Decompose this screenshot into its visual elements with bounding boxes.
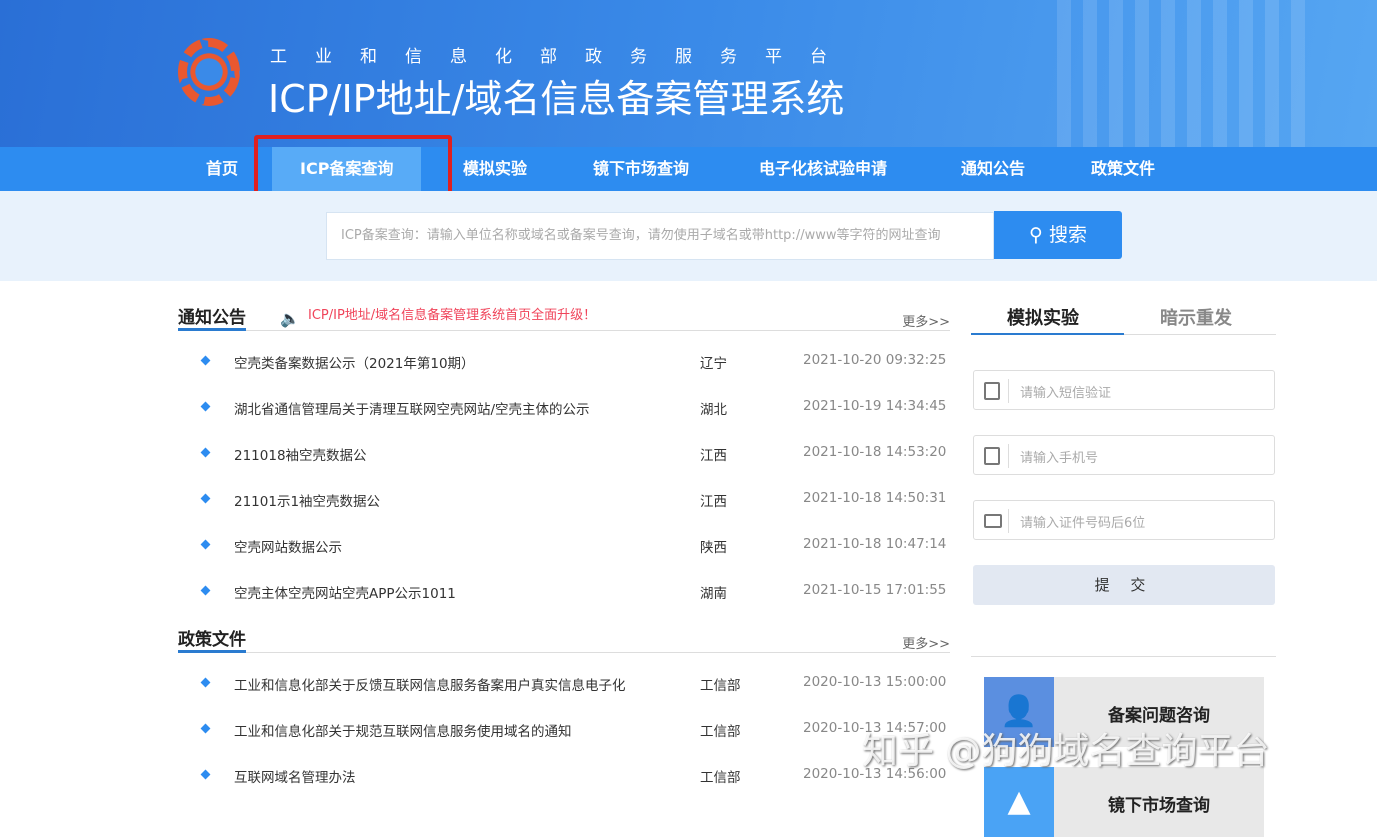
item-date: 2021-10-18 14:53:20 [803,444,946,460]
header-title: ICP/IP地址/域名信息备案管理系统 [268,68,844,123]
tab-resend[interactable]: 暗示重发 [1160,304,1232,330]
notice-banner[interactable]: ICP/IP地址/域名信息备案管理系统首页全面升级！ [308,304,596,323]
item-region: 江西 [700,490,727,510]
id-card-icon [984,514,1002,528]
item-date: 2021-10-18 10:47:14 [803,536,946,552]
item-region: 工信部 [700,766,741,786]
list-item[interactable]: 湖北省通信管理局关于清理互联网空壳网站/空壳主体的公示 湖北 2021-10-19 … [178,398,950,418]
search-input[interactable]: ICP备案查询：请输入单位名称或域名或备案号查询，请勿使用子域名或带http:/… [326,212,994,260]
item-title[interactable]: 工业和信息化部关于规范互联网信息服务使用域名的通知 [234,720,572,740]
speaker-icon: 🔈 [280,309,300,328]
item-title[interactable]: 空壳网站数据公示 [234,536,342,556]
nav-application[interactable]: 电子化核试验申请 [759,147,887,191]
sms-icon [984,382,1000,400]
list-item[interactable]: 空壳网站数据公示 陕西 2021-10-18 10:47:14 [178,536,950,556]
item-region: 陕西 [700,536,727,556]
item-date: 2020-10-13 15:00:00 [803,674,946,690]
bullet-icon [201,402,211,412]
item-title[interactable]: 211018袖空壳数据公 [234,444,367,464]
side-tabs: 模拟实验 暗示重发 [971,300,1276,335]
bullet-icon [201,494,211,504]
list-item[interactable]: 工业和信息化部关于反馈互联网信息服务备案用户真实信息电子化 工信部 2020-10-… [178,674,950,694]
market-query-card[interactable]: ▲镜下市场查询 [984,767,1264,837]
item-date: 2021-10-15 17:01:55 [803,582,946,598]
list-item[interactable]: 工业和信息化部关于规范互联网信息服务使用域名的通知工信部2020-10-13 1… [178,720,950,740]
item-title[interactable]: 空壳主体空壳网站空壳APP公示1011 [234,582,456,602]
item-region: 工信部 [700,720,741,740]
sms-code-field[interactable]: 请输入短信验证 [973,370,1275,410]
header-subtitle: 工业和信息化部政务服务平台 [270,42,855,67]
list-item[interactable]: 21101示1袖空壳数据公 江西 2021-10-18 14:50:31 [178,490,950,510]
bullet-icon [201,770,211,780]
submit-button[interactable]: 提 交 [973,565,1275,605]
item-title[interactable]: 湖北省通信管理局关于清理互联网空壳网站/空壳主体的公示 [234,398,590,418]
logo-icon [178,38,240,106]
phone-field[interactable]: 请输入手机号 [973,435,1275,475]
nav-home[interactable]: 首页 [206,147,238,191]
policies-more-link[interactable]: 更多>> [902,633,950,652]
item-region: 江西 [700,444,727,464]
notices-more-link[interactable]: 更多>> [902,311,950,330]
watermark: 知乎 @狗狗域名查询平台 [862,722,1269,774]
list-item[interactable]: 211018袖空壳数据公 江西 2021-10-18 14:53:20 [178,444,950,464]
item-date: 2021-10-19 14:34:45 [803,398,946,414]
header-banner: 工业和信息化部政务服务平台 ICP/IP地址/域名信息备案管理系统 [0,0,1377,147]
tab-simulation[interactable]: 模拟实验 [1007,304,1079,330]
bullet-icon [201,448,211,458]
policies-title: 政策文件 [178,625,246,653]
item-region: 湖北 [700,398,727,418]
bullet-icon [201,724,211,734]
phone-icon [984,447,1000,465]
nav-market-query[interactable]: 镜下市场查询 [593,147,689,191]
list-item[interactable]: 空壳主体空壳网站空壳APP公示1011 湖南 2021-10-15 17:01:55 [178,582,950,602]
list-item[interactable]: 空壳类备案数据公示（2021年第10期） 辽宁 2021-10-20 09:32:2… [178,352,950,372]
nav-notices[interactable]: 通知公告 [961,147,1025,191]
nav-simulation[interactable]: 模拟实验 [463,147,527,191]
warning-icon: ▲ [984,767,1054,837]
divider [971,656,1276,657]
main-nav: 首页 ICP备案查询 模拟实验 镜下市场查询 电子化核试验申请 通知公告 政策文… [0,147,1377,191]
id-number-field[interactable]: 请输入证件号码后6位 [973,500,1275,540]
tab-indicator [971,333,1124,335]
item-title[interactable]: 21101示1袖空壳数据公 [234,490,380,510]
bullet-icon [201,678,211,688]
item-region: 湖南 [700,582,727,602]
item-title[interactable]: 空壳类备案数据公示（2021年第10期） [234,352,475,372]
nav-policies[interactable]: 政策文件 [1091,147,1155,191]
notices-title: 通知公告 [178,303,246,331]
list-item[interactable]: 互联网域名管理办法工信部2020-10-13 14:56:00 [178,766,950,786]
bullet-icon [201,540,211,550]
item-title[interactable]: 互联网域名管理办法 [234,766,356,786]
item-region: 工信部 [700,674,741,694]
item-region: 辽宁 [700,352,727,372]
item-date: 2021-10-18 14:50:31 [803,490,946,506]
search-icon: ⚲ [1029,224,1043,246]
item-date: 2021-10-20 09:32:25 [803,352,946,368]
bullet-icon [201,356,211,366]
search-button[interactable]: ⚲ 搜索 [994,211,1122,259]
item-title[interactable]: 工业和信息化部关于反馈互联网信息服务备案用户真实信息电子化 [234,674,626,694]
bullet-icon [201,586,211,596]
policies-header: 政策文件 更多>> [178,625,950,653]
